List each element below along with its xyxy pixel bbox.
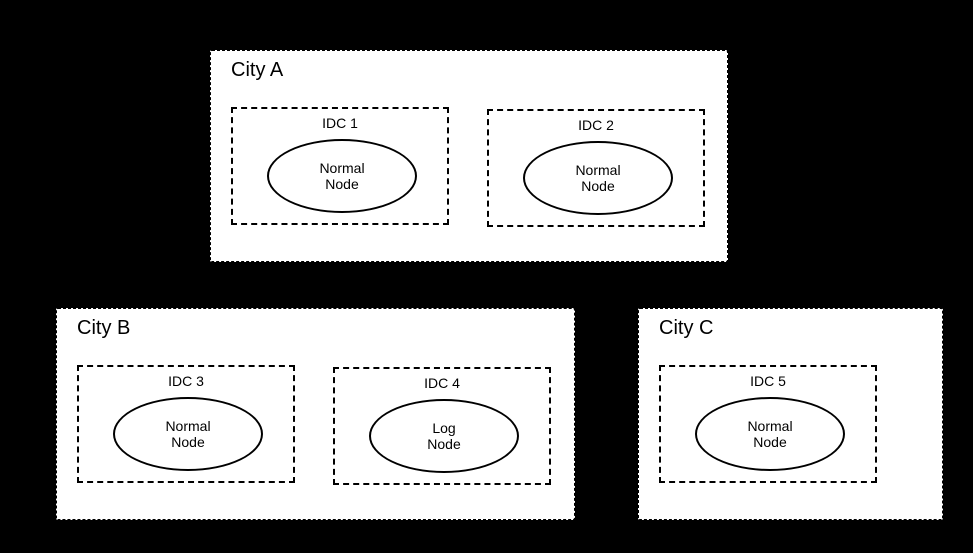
idc-1: IDC 1 Normal Node [231,107,449,225]
idc-3-node: Normal Node [113,397,263,471]
city-c-title: City C [659,317,713,340]
idc-2-title: IDC 2 [489,117,703,133]
idc-5-title: IDC 5 [661,373,875,389]
idc-2: IDC 2 Normal Node [487,109,705,227]
idc-3: IDC 3 Normal Node [77,365,295,483]
city-b: City B IDC 3 Normal Node IDC 4 Log Node [56,308,575,520]
idc-4-node: Log Node [369,399,519,473]
idc-3-title: IDC 3 [79,373,293,389]
idc-5-node: Normal Node [695,397,845,471]
idc-5: IDC 5 Normal Node [659,365,877,483]
idc-2-node: Normal Node [523,141,673,215]
city-b-title: City B [77,317,130,340]
idc-1-title: IDC 1 [233,115,447,131]
city-a: City A IDC 1 Normal Node IDC 2 Normal No… [210,50,728,262]
city-a-title: City A [231,59,283,82]
idc-4: IDC 4 Log Node [333,367,551,485]
idc-1-node: Normal Node [267,139,417,213]
idc-4-title: IDC 4 [335,375,549,391]
city-c: City C IDC 5 Normal Node [638,308,943,520]
